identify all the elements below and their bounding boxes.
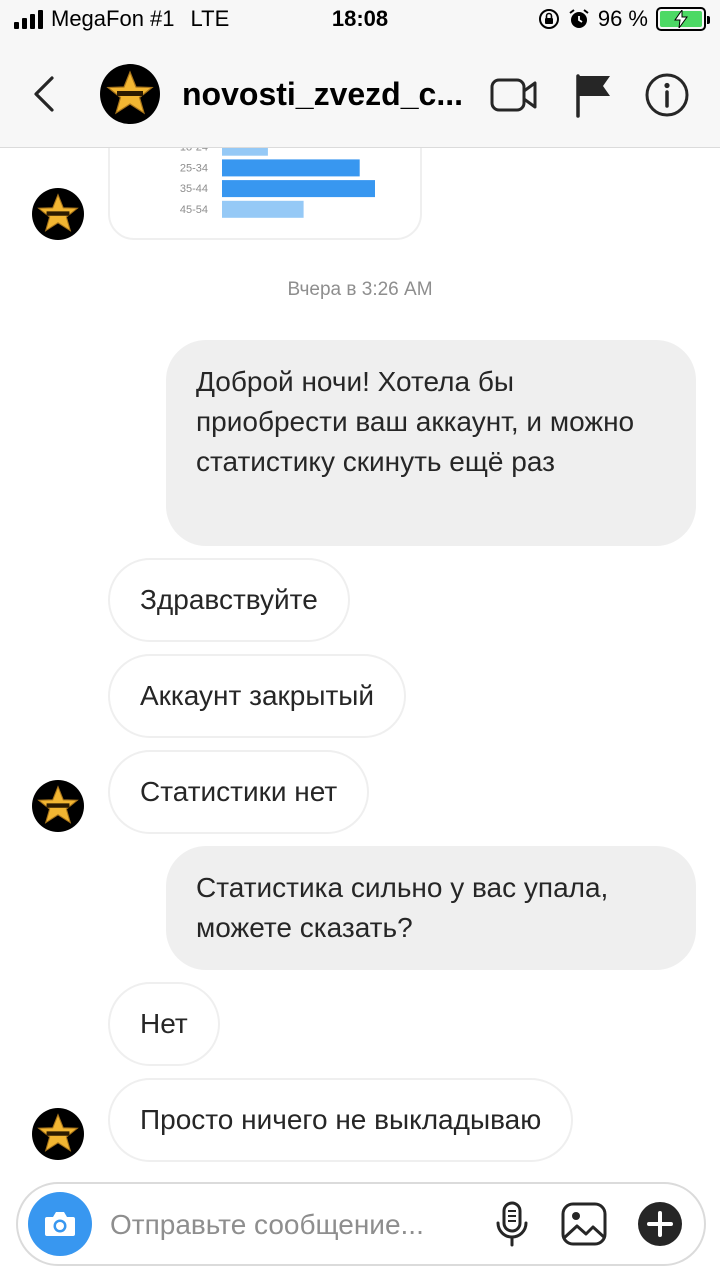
star-logo-icon	[37, 193, 79, 232]
add-icon	[638, 1202, 682, 1246]
info-button[interactable]	[644, 72, 690, 118]
battery-charging-icon	[656, 7, 710, 31]
message-timestamp: Вчера в 3:26 AM	[287, 279, 433, 300]
star-logo-icon	[37, 1113, 79, 1152]
video-call-icon	[490, 78, 537, 112]
gallery-icon	[561, 1202, 607, 1246]
shared-statistics-image[interactable]: 13-1718-2425-3435-4445-54	[108, 148, 422, 240]
video-call-button[interactable]	[490, 72, 537, 118]
camera-icon	[45, 1212, 75, 1236]
chat-username[interactable]: novosti_zvezd_c...	[182, 76, 463, 113]
message-composer	[16, 1182, 706, 1266]
voice-message-button[interactable]	[486, 1198, 538, 1250]
message-bubble-outgoing[interactable]: Доброй ночи! Хотела бы приобрести ваш ак…	[166, 340, 696, 546]
message-bubble-incoming[interactable]: Просто ничего не выкладываю	[108, 1078, 574, 1162]
sender-avatar[interactable]	[32, 780, 84, 832]
info-icon	[645, 73, 689, 117]
message-bubble-incoming[interactable]: Статистики нет	[108, 750, 370, 834]
status-bar: MegaFon #1 LTE 18:08 96 %	[0, 0, 720, 40]
sender-avatar[interactable]	[32, 1108, 84, 1160]
age-range-label: 45-54	[180, 204, 208, 216]
message-bubble-outgoing[interactable]: Статистика сильно у вас упала, можете ск…	[166, 846, 696, 970]
message-bubble-incoming[interactable]: Здравствуйте	[108, 558, 350, 642]
chat-header: novosti_zvezd_c...	[0, 40, 720, 148]
back-button[interactable]	[24, 70, 64, 118]
message-input[interactable]	[110, 1202, 480, 1248]
status-right: 96 %	[538, 6, 710, 32]
alarm-icon	[569, 9, 589, 28]
message-bubble-incoming[interactable]: Нет	[108, 982, 220, 1066]
back-icon	[34, 76, 54, 112]
age-range-bar	[222, 200, 304, 218]
orientation-lock-icon	[538, 9, 559, 29]
age-range-bar	[222, 159, 360, 177]
microphone-icon	[496, 1201, 528, 1247]
age-range-label: 35-44	[180, 183, 208, 195]
gallery-button[interactable]	[558, 1198, 610, 1250]
age-range-label: 18-24	[180, 148, 208, 154]
message-list[interactable]: 13-1718-2425-3435-4445-54 Вчера в 3:26 A…	[0, 148, 720, 1170]
camera-button[interactable]	[28, 1192, 92, 1256]
battery-percent: 96 %	[597, 6, 648, 31]
profile-avatar[interactable]	[100, 64, 160, 124]
star-logo-icon	[37, 785, 79, 824]
flag-icon	[576, 74, 610, 118]
star-logo-icon	[106, 70, 154, 115]
message-bubble-incoming[interactable]: Аккаунт закрытый	[108, 654, 407, 738]
age-range-label: 25-34	[180, 162, 208, 174]
sender-avatar[interactable]	[32, 188, 84, 240]
age-range-bar	[222, 180, 375, 198]
age-range-bar	[222, 148, 268, 156]
report-button[interactable]	[574, 72, 620, 118]
add-button[interactable]	[634, 1198, 686, 1250]
